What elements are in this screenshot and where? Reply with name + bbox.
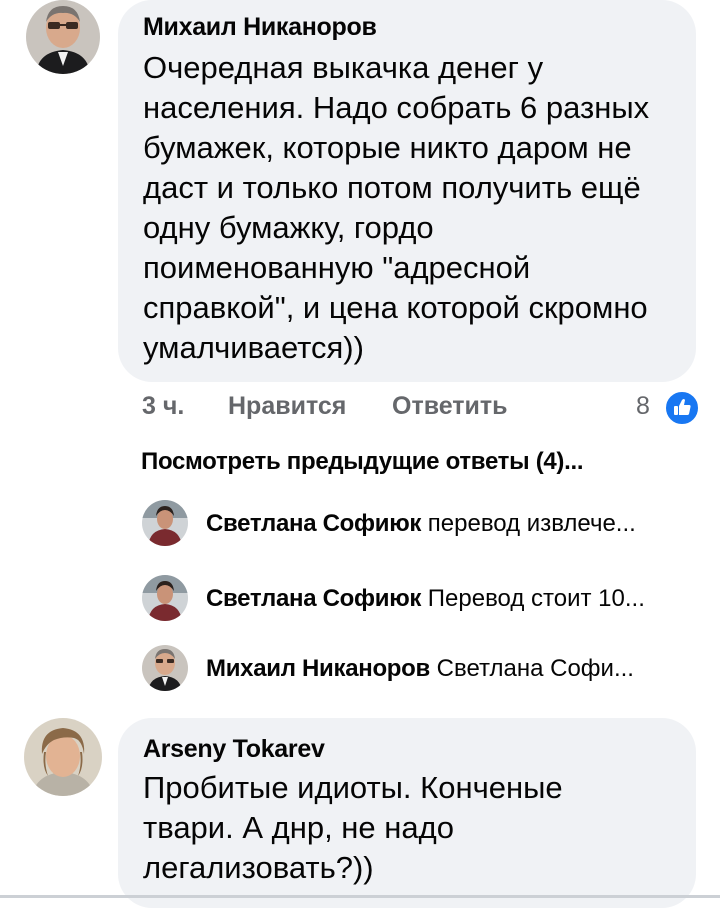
like-thumb-icon[interactable]	[664, 390, 700, 426]
reply-button[interactable]: Ответить	[392, 392, 508, 421]
avatar-arseny[interactable]	[24, 718, 102, 796]
avatar-mikhail[interactable]	[142, 645, 188, 691]
reply-text: Светлана Софи...	[436, 655, 634, 682]
comment-line: населения. Надо собрать 6 разных	[143, 90, 650, 125]
comment-text: Пробитые идиоты. Конченые твари. А днр, …	[143, 768, 688, 888]
reply-line: Светлана Софиюк перевод извлече...	[206, 510, 690, 538]
reply-line: Михаил Никаноров Светлана Софи...	[206, 655, 690, 683]
comment-line: поименованную "адресной	[143, 250, 531, 285]
reply-text: перевод извлече...	[427, 510, 636, 537]
comment-author[interactable]: Arseny Tokarev	[143, 735, 325, 764]
reply-item[interactable]: Михаил Никаноров Светлана Софи...	[142, 645, 702, 695]
reply-item[interactable]: Светлана Софиюк Перевод стоит 10...	[142, 575, 702, 625]
comment-line: даст и только потом получить ещё	[143, 170, 641, 205]
avatar-mikhail[interactable]	[26, 0, 100, 74]
comment-line: Пробитые идиоты. Конченые	[143, 770, 563, 805]
reply-author[interactable]: Светлана Софиюк	[206, 585, 421, 612]
comment-line: умалчивается))	[143, 330, 364, 365]
comment-line: твари. А днр, не надо	[143, 810, 454, 845]
comment-line: легализовать?))	[143, 850, 374, 885]
comment-text: Очередная выкачка денег у населения. Над…	[143, 48, 688, 368]
comment-line: Очередная выкачка денег у	[143, 50, 544, 85]
comment-timestamp[interactable]: 3 ч.	[142, 392, 184, 421]
avatar-svetlana[interactable]	[142, 500, 188, 546]
comment-author[interactable]: Михаил Никаноров	[143, 13, 377, 42]
reply-line: Светлана Софиюк Перевод стоит 10...	[206, 585, 690, 613]
like-button[interactable]: Нравится	[228, 392, 346, 421]
comment-line: одну бумажку, гордо	[143, 210, 434, 245]
comment-line: справкой", и цена которой скромно	[143, 290, 648, 325]
view-previous-replies-link[interactable]: Посмотреть предыдущие ответы (4)...	[141, 448, 584, 476]
reply-author[interactable]: Михаил Никаноров	[206, 655, 430, 682]
reply-author[interactable]: Светлана Софиюк	[206, 510, 421, 537]
reply-text: Перевод стоит 10...	[427, 585, 645, 612]
comment-line: бумажек, которые никто даром не	[143, 130, 632, 165]
avatar-svetlana[interactable]	[142, 575, 188, 621]
reply-item[interactable]: Светлана Софиюк перевод извлече...	[142, 500, 702, 550]
reaction-count[interactable]: 8	[636, 392, 650, 421]
